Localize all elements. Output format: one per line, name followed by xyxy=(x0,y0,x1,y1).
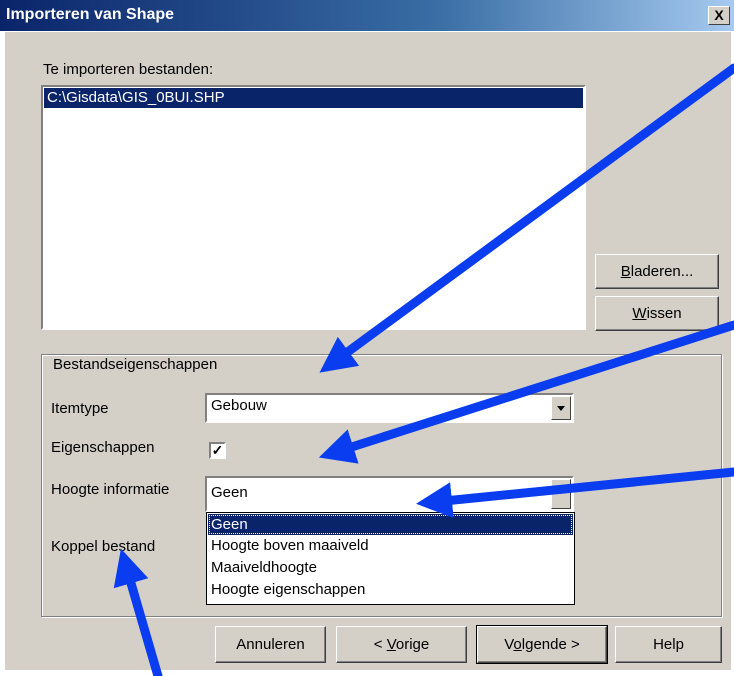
cancel-button[interactable]: Annuleren xyxy=(215,626,326,663)
dropdown-option[interactable]: Hoogte eigenschappen xyxy=(208,579,573,600)
close-button[interactable]: X xyxy=(708,6,730,25)
dropdown-option[interactable]: Maaiveldhoogte xyxy=(208,557,573,578)
previous-button[interactable]: < Vorige xyxy=(336,626,467,663)
height-info-dropdown: Geen Hoogte boven maaiveld Maaiveldhoogt… xyxy=(206,512,575,605)
files-label: Te importeren bestanden: xyxy=(43,61,214,78)
title-bar: Importeren van Shape X xyxy=(0,0,734,31)
group-title: Bestandseigenschappen xyxy=(51,356,220,373)
height-info-value: Geen xyxy=(211,484,248,501)
itemtype-label: Itemtype xyxy=(51,400,109,417)
help-button[interactable]: Help xyxy=(615,626,722,663)
chevron-down-icon[interactable] xyxy=(551,396,571,420)
import-shape-dialog: Importeren van Shape X Te importeren bes… xyxy=(0,0,734,676)
clear-button[interactable]: Wissen xyxy=(595,296,719,331)
dropdown-option[interactable]: Geen xyxy=(208,514,573,535)
browse-button[interactable]: Bladeren... xyxy=(595,254,719,289)
chevron-down-icon[interactable] xyxy=(551,479,571,509)
eigenschappen-checkbox[interactable]: ✓ xyxy=(209,442,226,459)
dropdown-option[interactable]: Hoogte boven maaiveld xyxy=(208,535,573,556)
close-icon: X xyxy=(714,7,724,23)
eigenschappen-label: Eigenschappen xyxy=(51,439,155,456)
itemtype-value: Gebouw xyxy=(211,397,267,414)
height-info-label: Hoogte informatie xyxy=(51,481,170,498)
list-item[interactable]: C:\Gisdata\GIS_0BUI.SHP xyxy=(44,88,583,108)
file-list[interactable]: C:\Gisdata\GIS_0BUI.SHP xyxy=(41,85,586,330)
itemtype-select[interactable]: Gebouw xyxy=(205,393,574,423)
window-title: Importeren van Shape xyxy=(6,6,175,23)
link-file-label: Koppel bestand xyxy=(51,538,156,555)
height-info-select[interactable]: Geen xyxy=(205,476,574,512)
next-button[interactable]: Volgende > xyxy=(476,625,608,664)
